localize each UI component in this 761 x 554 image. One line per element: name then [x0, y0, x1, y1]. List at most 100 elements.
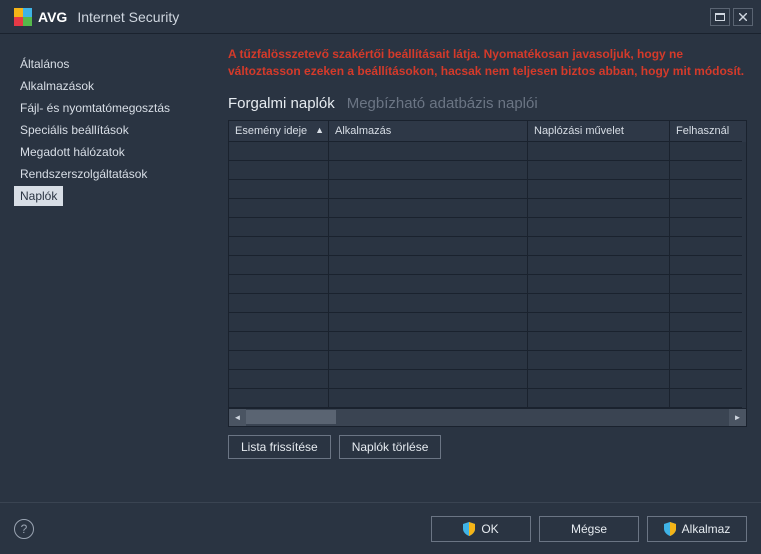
table-cell: [528, 294, 670, 313]
column-header-1[interactable]: Alkalmazás: [329, 121, 528, 142]
table-row[interactable]: [229, 161, 746, 180]
table-cell: [329, 180, 528, 199]
table-cell: [528, 370, 670, 389]
footer: ? OK Mégse Alkalmaz: [0, 502, 761, 554]
table-row[interactable]: [229, 142, 746, 161]
table-cell: [528, 332, 670, 351]
table-cell: [670, 389, 742, 408]
log-table: Esemény ideje▲AlkalmazásNaplózási művele…: [228, 120, 747, 427]
table-header: Esemény ideje▲AlkalmazásNaplózási művele…: [229, 121, 746, 142]
help-button[interactable]: ?: [14, 519, 34, 539]
table-row[interactable]: [229, 275, 746, 294]
table-cell: [229, 351, 329, 370]
table-cell: [229, 180, 329, 199]
table-cell: [670, 351, 742, 370]
scroll-track[interactable]: [246, 409, 729, 426]
shield-icon: [463, 522, 475, 536]
table-cell: [528, 389, 670, 408]
table-cell: [528, 237, 670, 256]
column-header-0[interactable]: Esemény ideje▲: [229, 121, 329, 142]
table-cell: [329, 294, 528, 313]
table-cell: [670, 199, 742, 218]
table-row[interactable]: [229, 389, 746, 408]
shield-icon: [664, 522, 676, 536]
table-cell: [229, 370, 329, 389]
table-row[interactable]: [229, 351, 746, 370]
sidebar-item-5[interactable]: Rendszerszolgáltatások: [14, 164, 153, 184]
scroll-left-arrow[interactable]: ◄: [229, 409, 246, 426]
sidebar-item-3[interactable]: Speciális beállítások: [14, 120, 135, 140]
table-row[interactable]: [229, 218, 746, 237]
scroll-thumb[interactable]: [246, 410, 336, 424]
table-cell: [229, 218, 329, 237]
titlebar: AVG Internet Security: [0, 0, 761, 34]
table-cell: [329, 142, 528, 161]
clear-logs-button[interactable]: Naplók törlése: [339, 435, 442, 459]
tab-0[interactable]: Forgalmi naplók: [228, 95, 335, 112]
table-row[interactable]: [229, 332, 746, 351]
table-cell: [528, 256, 670, 275]
table-cell: [329, 161, 528, 180]
help-icon: ?: [21, 522, 28, 536]
sidebar-item-4[interactable]: Megadott hálózatok: [14, 142, 131, 162]
table-cell: [528, 275, 670, 294]
main-panel: A tűzfalösszetevő szakértői beállításait…: [190, 34, 761, 502]
maximize-icon: [715, 13, 725, 21]
table-cell: [670, 275, 742, 294]
sort-asc-icon: ▲: [315, 125, 324, 135]
refresh-list-button[interactable]: Lista frissítése: [228, 435, 331, 459]
table-actions: Lista frissítése Naplók törlése: [228, 435, 747, 459]
table-cell: [329, 389, 528, 408]
ok-button[interactable]: OK: [431, 516, 531, 542]
table-cell: [670, 142, 742, 161]
sidebar-item-0[interactable]: Általános: [14, 54, 75, 74]
table-cell: [329, 370, 528, 389]
table-cell: [528, 313, 670, 332]
table-cell: [229, 142, 329, 161]
tab-strip: Forgalmi naplók Megbízható adatbázis napl…: [228, 95, 747, 112]
sidebar-item-6[interactable]: Naplók: [14, 186, 63, 206]
table-cell: [670, 332, 742, 351]
table-cell: [670, 161, 742, 180]
table-cell: [229, 161, 329, 180]
sidebar-item-2[interactable]: Fájl- és nyomtatómegosztás: [14, 98, 176, 118]
close-button[interactable]: [733, 8, 753, 26]
table-row[interactable]: [229, 370, 746, 389]
table-cell: [229, 332, 329, 351]
table-cell: [229, 389, 329, 408]
maximize-button[interactable]: [710, 8, 730, 26]
table-cell: [329, 351, 528, 370]
scroll-right-arrow[interactable]: ►: [729, 409, 746, 426]
tab-1[interactable]: Megbízható adatbázis naplói: [347, 95, 538, 112]
apply-label: Alkalmaz: [682, 522, 731, 536]
table-row[interactable]: [229, 313, 746, 332]
sidebar-item-1[interactable]: Alkalmazások: [14, 76, 100, 96]
table-cell: [329, 256, 528, 275]
table-cell: [670, 313, 742, 332]
table-cell: [229, 237, 329, 256]
table-cell: [329, 332, 528, 351]
cancel-label: Mégse: [571, 522, 607, 536]
product-name: Internet Security: [77, 9, 179, 25]
table-cell: [670, 294, 742, 313]
apply-button[interactable]: Alkalmaz: [647, 516, 747, 542]
table-cell: [528, 218, 670, 237]
table-cell: [670, 370, 742, 389]
table-row[interactable]: [229, 237, 746, 256]
table-row[interactable]: [229, 199, 746, 218]
table-cell: [329, 237, 528, 256]
column-header-2[interactable]: Naplózási művelet: [528, 121, 670, 142]
table-cell: [229, 256, 329, 275]
cancel-button[interactable]: Mégse: [539, 516, 639, 542]
warning-text: A tűzfalösszetevő szakértői beállításait…: [228, 46, 747, 81]
table-cell: [329, 275, 528, 294]
table-cell: [229, 313, 329, 332]
table-row[interactable]: [229, 256, 746, 275]
table-row[interactable]: [229, 294, 746, 313]
brand-text: AVG: [38, 9, 67, 25]
table-row[interactable]: [229, 180, 746, 199]
table-cell: [528, 351, 670, 370]
horizontal-scrollbar[interactable]: ◄ ►: [229, 408, 746, 426]
column-header-3[interactable]: Felhasznál: [670, 121, 742, 142]
table-cell: [670, 256, 742, 275]
